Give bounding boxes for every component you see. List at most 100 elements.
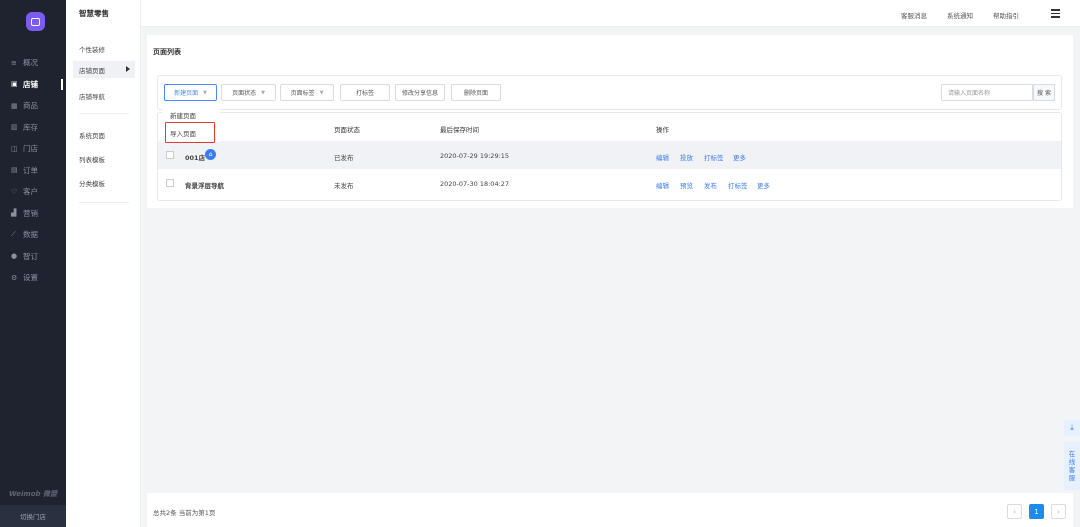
page-list-panel: 页面列表 新建页面 ▼ 页面状态 ▼ 页面标签 ▼ 打标签 修改分享信息 删除页面 请… [147, 35, 1073, 208]
sub-item-list-templates[interactable]: 列表模板 [79, 154, 105, 164]
preview-link[interactable]: 预览 [680, 180, 693, 190]
switch-store-button[interactable]: 切换门店 [0, 505, 66, 527]
nav-item-label: 订单 [23, 165, 38, 175]
nav-item-overview[interactable]: ≡ 概况 [0, 52, 66, 74]
inventory-icon: ▥ [11, 123, 18, 132]
sub-item-store-nav[interactable]: 店铺导航 [79, 91, 105, 101]
tag-button[interactable]: 打标签 [340, 84, 390, 101]
help-guide-link[interactable]: 帮助指引 [993, 10, 1019, 20]
tag-filter-label: 页面标签 [290, 90, 315, 97]
caret-right-icon [126, 66, 130, 72]
online-service-button[interactable]: 在线客服 [1064, 442, 1080, 490]
edit-link[interactable]: 编辑 [656, 180, 669, 190]
page-title: 页面列表 [153, 48, 181, 56]
panel-content: 新建页面 ▼ 页面状态 ▼ 页面标签 ▼ 打标签 修改分享信息 删除页面 请输入页面名… [157, 75, 1062, 235]
nav-item-shops[interactable]: ◫ 门店 [0, 138, 66, 160]
customer-messages-link[interactable]: 客服消息 [901, 10, 927, 20]
download-icon[interactable]: ⤓ [1064, 420, 1080, 436]
row-checkbox[interactable] [166, 151, 174, 159]
order-icon: ▤ [11, 166, 18, 175]
nav-item-label: 客户 [23, 187, 38, 197]
pagination-bar: 总共2条 当前为第1页 ‹ 1 › [147, 493, 1073, 527]
nav-item-label: 数据 [23, 230, 38, 240]
menu-icon[interactable] [1051, 9, 1060, 20]
page-status: 未发布 [334, 182, 354, 190]
tag-link[interactable]: 打标签 [728, 180, 748, 190]
home-icon: ⌂ [205, 149, 216, 160]
page-name[interactable]: 背景浮层导航 [185, 180, 224, 190]
toolbar: 新建页面 ▼ 页面状态 ▼ 页面标签 ▼ 打标签 修改分享信息 删除页面 请输入页面名… [157, 75, 1062, 110]
nav-item-label: 库存 [23, 122, 38, 132]
nav-item-store[interactable]: ▣ 店铺 [0, 74, 66, 96]
search-input[interactable]: 请输入页面名称 [941, 84, 1033, 101]
sub-title: 智慧零售 [79, 9, 109, 18]
nav-list: ≡ 概况 ▣ 店铺 ▦ 商品 ▥ 库存 ◫ 门店 ▤ 订单 ♡ 客户 ▟ 营销 ⟋ 数据 ● 智订 … [0, 52, 66, 289]
page-1-button[interactable]: 1 [1029, 504, 1044, 519]
search-button[interactable]: 搜 索 [1033, 84, 1055, 101]
status-filter-select[interactable]: 页面状态 ▼ [221, 84, 276, 101]
app-logo[interactable] [26, 12, 45, 31]
menu-item-new-page[interactable]: 新建页面 [170, 110, 196, 120]
chevron-down-icon: ▼ [319, 89, 324, 96]
nav-item-label: 门店 [23, 144, 38, 154]
pagination-summary: 总共2条 当前为第1页 [153, 509, 216, 517]
page-status: 已发布 [334, 154, 354, 162]
bag-icon [31, 17, 40, 26]
settings-icon: ⚙ [11, 273, 18, 282]
edit-link[interactable]: 编辑 [656, 152, 669, 162]
nav-item-data[interactable]: ⟋ 数据 [0, 224, 66, 246]
save-time: 2020-07-30 18:04:27 [440, 180, 510, 188]
nav-item-label: 智订 [23, 251, 38, 261]
nav-item-label: 商品 [23, 101, 38, 111]
new-page-label: 新建页面 [174, 90, 199, 97]
tag-link[interactable]: 打标签 [704, 152, 724, 162]
brand-logo: Weimob 微盟 [9, 490, 57, 498]
nav-item-customers[interactable]: ♡ 客户 [0, 181, 66, 203]
sub-item-system-pages[interactable]: 系统页面 [79, 130, 105, 140]
main-nav: ≡ 概况 ▣ 店铺 ▦ 商品 ▥ 库存 ◫ 门店 ▤ 订单 ♡ 客户 ▟ 营销 ⟋ 数据 ● 智订 … [0, 0, 66, 527]
sub-item-store-pages[interactable]: 店铺页面 [73, 61, 135, 78]
page-name[interactable]: 001店 [185, 152, 205, 162]
more-link[interactable]: 更多 [757, 180, 770, 190]
delete-page-button[interactable]: 删除页面 [451, 84, 501, 101]
nav-item-inventory[interactable]: ▥ 库存 [0, 117, 66, 139]
status-filter-label: 页面状态 [232, 90, 257, 97]
nav-item-label: 概况 [23, 58, 38, 68]
save-time: 2020-07-29 19:29:15 [440, 152, 510, 160]
deliver-link[interactable]: 投放 [680, 152, 693, 162]
divider [79, 113, 129, 114]
ordering-icon: ● [11, 252, 18, 261]
nav-item-settings[interactable]: ⚙ 设置 [0, 267, 66, 289]
edit-share-button[interactable]: 修改分享信息 [395, 84, 445, 101]
row-checkbox[interactable] [166, 179, 174, 187]
shop-icon: ◫ [11, 144, 18, 153]
pages-table: 页面状态 最后保存时间 操作 001店 ⌂ 已发布 2020-07-29 19:… [157, 112, 1062, 201]
system-notice-link[interactable]: 系统通知 [947, 10, 973, 20]
sub-item-decoration[interactable]: 个性装修 [79, 44, 105, 54]
nav-item-marketing[interactable]: ▟ 营销 [0, 203, 66, 225]
table-row: 背景浮层导航 未发布 2020-07-30 18:04:27 编辑 预览 发布 … [158, 169, 1061, 197]
nav-item-goods[interactable]: ▦ 商品 [0, 95, 66, 117]
nav-item-label: 设置 [23, 273, 38, 283]
new-page-dropdown[interactable]: 新建页面 ▼ [164, 84, 217, 101]
data-icon: ⟋ [11, 230, 16, 239]
nav-item-orders[interactable]: ▤ 订单 [0, 160, 66, 182]
top-bar: 客服消息 系统通知 帮助指引 [141, 0, 1080, 27]
customer-icon: ♡ [11, 187, 18, 196]
nav-item-label: 店铺 [23, 79, 38, 89]
nav-item-ordering[interactable]: ● 智订 [0, 246, 66, 268]
more-link[interactable]: 更多 [733, 152, 746, 162]
store-icon: ▣ [11, 80, 18, 89]
next-page-button[interactable]: › [1051, 504, 1066, 519]
goods-icon: ▦ [11, 101, 18, 110]
tag-filter-select[interactable]: 页面标签 ▼ [280, 84, 334, 101]
sub-item-category-templates[interactable]: 分类模板 [79, 178, 105, 188]
nav-item-label: 营销 [23, 208, 38, 218]
highlight-box [165, 122, 215, 143]
publish-link[interactable]: 发布 [704, 180, 717, 190]
col-actions: 操作 [656, 126, 669, 134]
chevron-down-icon: ▼ [261, 89, 265, 96]
divider [79, 202, 129, 203]
sub-item-label: 店铺页面 [79, 66, 105, 75]
prev-page-button[interactable]: ‹ [1007, 504, 1022, 519]
